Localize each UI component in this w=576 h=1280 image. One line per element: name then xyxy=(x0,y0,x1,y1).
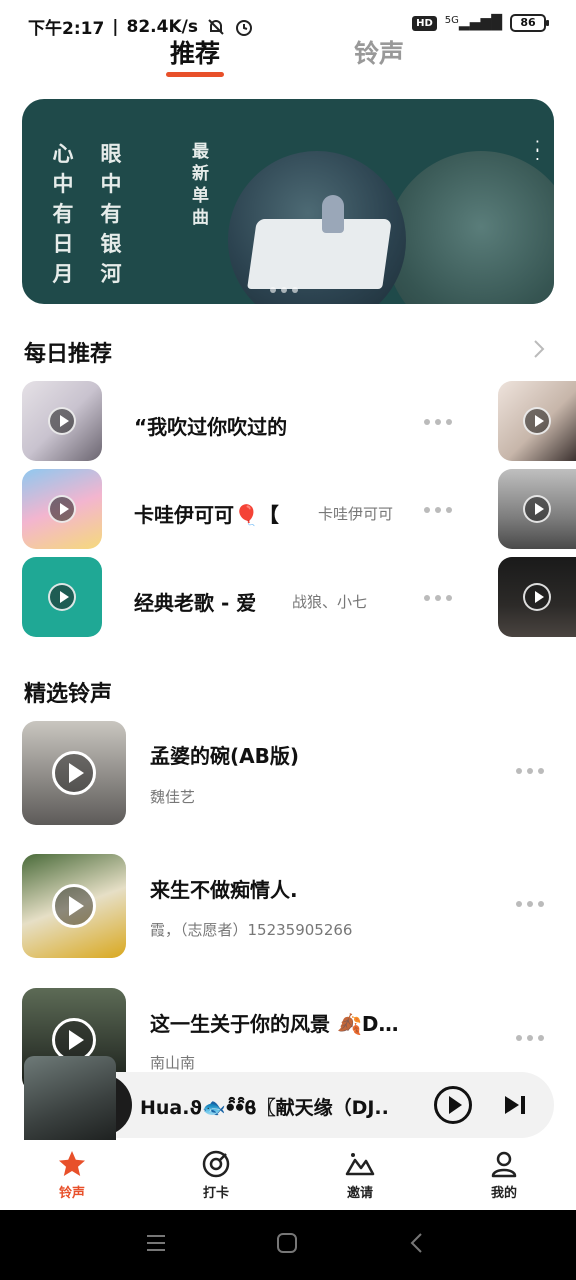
calli-char: 眼 xyxy=(100,142,122,166)
banner-more-icon[interactable]: ⁚ ⁚ xyxy=(535,139,540,163)
daily-item[interactable]: “我吹过你吹过的 xyxy=(0,381,576,461)
daily-side-thumb[interactable] xyxy=(498,557,576,637)
play-icon[interactable] xyxy=(523,495,551,523)
ringtone-section-title: 精选铃声 xyxy=(24,682,113,707)
status-right: HD 5G▂▄▆█ 86 xyxy=(412,14,549,32)
daily-item-title: “我吹过你吹过的 xyxy=(134,415,288,439)
more-icon[interactable] xyxy=(424,595,458,605)
ringtone-title[interactable]: 这一生关于你的风景 🍂D… xyxy=(150,1008,398,1037)
vtext-char: 曲 xyxy=(192,208,209,228)
ringtone-artist: 霞，（志愿者）15235905266 xyxy=(150,921,353,939)
pager-dot xyxy=(292,287,298,293)
calli-char: 中 xyxy=(100,172,122,196)
calli-char: 河 xyxy=(100,262,122,286)
signal-icon: 5G▂▄▆█ xyxy=(444,15,502,31)
daily-thumb[interactable] xyxy=(22,469,102,549)
play-icon[interactable] xyxy=(48,583,76,611)
star-icon xyxy=(59,1151,85,1176)
nav-profile[interactable]: 我的 xyxy=(464,1148,544,1201)
play-icon[interactable] xyxy=(52,884,96,928)
checkin-icon xyxy=(202,1150,230,1178)
home-icon[interactable] xyxy=(276,1232,298,1254)
vtext-char: 新 xyxy=(192,164,209,184)
pager-dot xyxy=(270,287,276,293)
daily-item[interactable]: 卡哇伊可可🎈【 卡哇伊可可 xyxy=(0,469,576,549)
daily-side-thumb[interactable] xyxy=(498,381,576,461)
ringtone-thumb[interactable] xyxy=(22,721,126,825)
nav-label: 打卡 xyxy=(202,1186,229,1201)
calli-char: 心 xyxy=(52,142,74,166)
more-icon[interactable] xyxy=(516,901,550,911)
more-icon[interactable] xyxy=(424,507,458,517)
ringtone-title[interactable]: 孟婆的碗(AB版) xyxy=(150,740,299,769)
ringtone-artist: 南山南 xyxy=(150,1054,196,1072)
banner-image-sea xyxy=(386,151,554,304)
mini-player-title[interactable]: Hua.ϑ🐟ꔷ̑̑ꔷ̑̑ϐ〖献天缘（DJ.. xyxy=(140,1093,410,1120)
play-icon[interactable] xyxy=(48,407,76,435)
play-button[interactable] xyxy=(434,1086,472,1124)
more-icon[interactable] xyxy=(424,419,458,429)
vtext-char: 最 xyxy=(192,142,209,162)
next-track-icon[interactable] xyxy=(503,1094,527,1116)
ringtone-title[interactable]: 来生不做痴情人. xyxy=(150,874,298,903)
tab-ringtone[interactable]: 铃声 xyxy=(354,34,404,70)
tab-indicator xyxy=(166,72,224,77)
banner-figure-illustration xyxy=(322,195,344,233)
nav-label: 邀请 xyxy=(346,1186,373,1201)
banner-pager xyxy=(270,287,298,293)
daily-side-thumb[interactable] xyxy=(498,469,576,549)
battery-icon: 86 xyxy=(510,14,549,32)
daily-item-subtitle: 卡哇伊可可 xyxy=(318,505,394,523)
nav-checkin[interactable]: 打卡 xyxy=(176,1148,256,1201)
play-icon[interactable] xyxy=(523,583,551,611)
menu-icon[interactable] xyxy=(145,1232,167,1254)
daily-section-title: 每日推荐 xyxy=(24,342,113,367)
play-icon[interactable] xyxy=(523,407,551,435)
nav-invite[interactable]: 邀请 xyxy=(320,1148,400,1201)
calli-char: 银 xyxy=(100,232,122,256)
daily-thumb[interactable] xyxy=(22,381,102,461)
chevron-right-icon[interactable] xyxy=(532,338,546,360)
calli-char: 月 xyxy=(52,262,74,286)
more-icon[interactable] xyxy=(516,768,550,778)
banner-carousel[interactable]: 心 中 有 日 月 眼 中 有 银 河 最 新 单 曲 ⁚ ⁚ xyxy=(22,99,554,304)
daily-item-title: 经典老歌 - 爱 xyxy=(134,591,257,615)
banner-bed-illustration xyxy=(247,219,392,289)
tab-recommend[interactable]: 推荐 xyxy=(170,34,220,70)
bottom-nav: 铃声 打卡 邀请 我的 xyxy=(0,1140,576,1210)
calli-char: 中 xyxy=(52,172,74,196)
daily-item-subtitle: 战狼、小七 xyxy=(292,593,368,611)
ringtone-thumb[interactable] xyxy=(22,854,126,958)
invite-icon xyxy=(345,1153,375,1176)
nav-label: 铃声 xyxy=(58,1186,85,1201)
calli-char: 日 xyxy=(52,232,74,256)
vtext-char: 单 xyxy=(192,186,209,206)
more-icon[interactable] xyxy=(516,1035,550,1045)
back-icon[interactable] xyxy=(408,1232,426,1254)
banner-calligraphy-right: 眼 中 有 银 河 xyxy=(96,139,126,289)
top-tabs: 推荐 铃声 xyxy=(0,34,576,80)
banner-calligraphy-left: 心 中 有 日 月 xyxy=(48,139,78,289)
daily-item[interactable]: 经典老歌 - 爱 战狼、小七 xyxy=(0,557,576,637)
play-icon[interactable] xyxy=(48,495,76,523)
ringtone-artist: 魏佳艺 xyxy=(150,788,196,806)
nav-ringtone[interactable]: 铃声 xyxy=(32,1148,112,1201)
system-nav-bar xyxy=(0,1210,576,1280)
pager-dot xyxy=(281,287,287,293)
daily-thumb[interactable] xyxy=(22,557,102,637)
daily-item-title: 卡哇伊可可🎈【 xyxy=(134,503,279,527)
banner-vertical-text: 最 新 单 曲 xyxy=(192,141,212,229)
mini-player-cover[interactable] xyxy=(24,1056,116,1140)
calli-char: 有 xyxy=(52,202,74,226)
calli-char: 有 xyxy=(100,202,122,226)
profile-icon xyxy=(491,1151,517,1178)
network-label: 5G xyxy=(444,15,459,26)
hd-badge: HD xyxy=(412,15,437,31)
play-icon[interactable] xyxy=(52,751,96,795)
nav-label: 我的 xyxy=(490,1186,517,1201)
